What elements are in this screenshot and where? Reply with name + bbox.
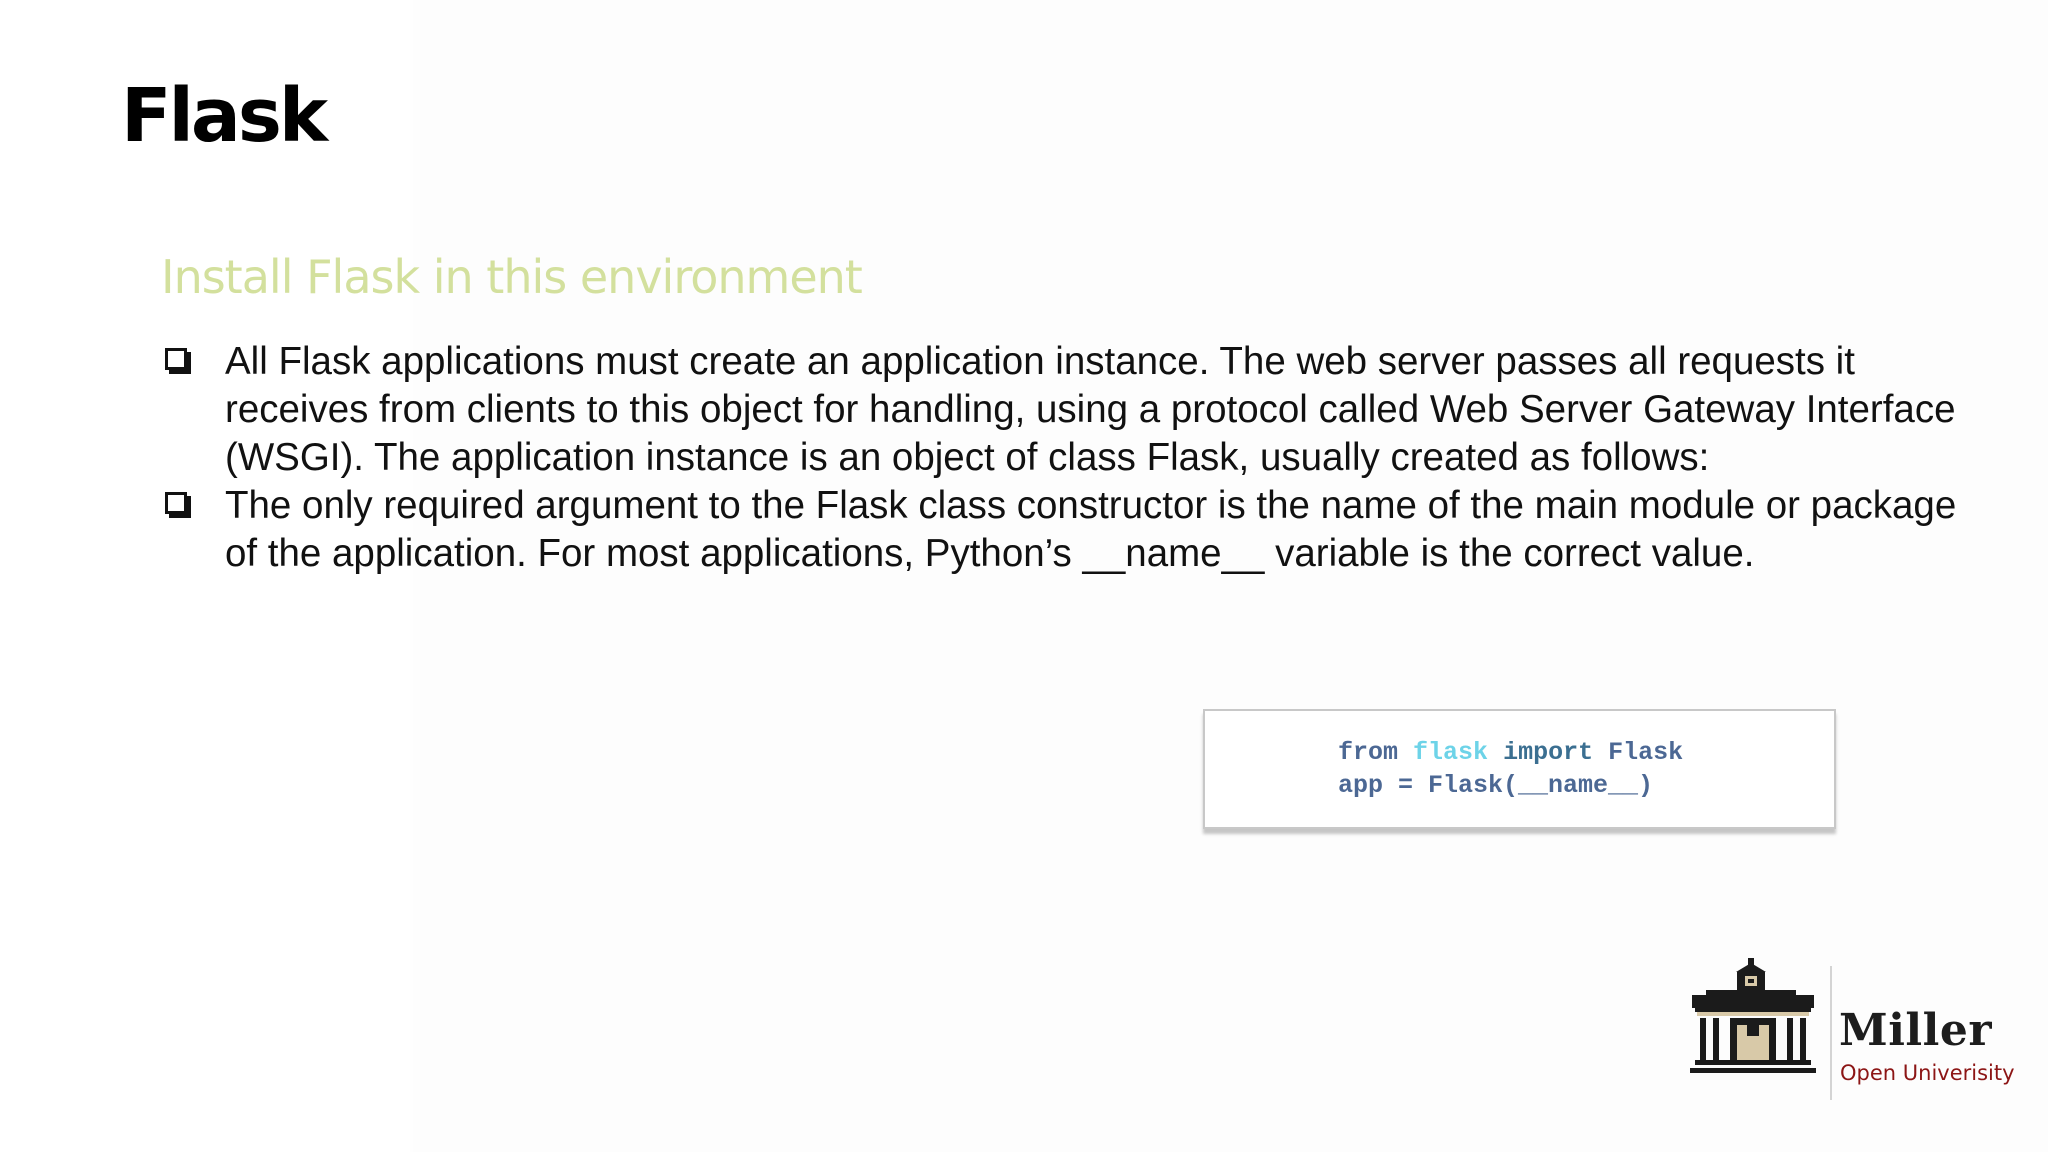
university-logo: Miller Open Univerisity bbox=[1687, 958, 2015, 1100]
bullet-item: The only required argument to the Flask … bbox=[161, 482, 1961, 578]
code-class-name: Flask bbox=[1608, 738, 1684, 767]
slide-title: Flask bbox=[121, 73, 328, 159]
checkbox-bullet-icon bbox=[165, 492, 187, 514]
brand-tagline: Open Univerisity bbox=[1840, 1061, 2015, 1085]
slide-subtitle: Install Flask in this environment bbox=[161, 250, 863, 304]
code-keyword-import: import bbox=[1503, 738, 1594, 767]
code-module-name: flask bbox=[1413, 738, 1489, 767]
bullet-item: All Flask applications must create an ap… bbox=[161, 338, 1961, 482]
bullet-list: All Flask applications must create an ap… bbox=[161, 338, 1961, 578]
bullet-text: The only required argument to the Flask … bbox=[225, 484, 1957, 575]
bullet-text: All Flask applications must create an ap… bbox=[225, 340, 1956, 479]
logo-divider bbox=[1830, 966, 1832, 1100]
checkbox-bullet-icon bbox=[165, 348, 187, 370]
code-keyword-from: from bbox=[1338, 738, 1399, 767]
code-snippet: from flask import Flask app = Flask(__na… bbox=[1203, 709, 1836, 829]
code-line-2: app = Flask(__name__) bbox=[1338, 771, 1654, 800]
brand-name: Miller bbox=[1839, 1005, 1993, 1056]
code-line-1: from flask import Flask bbox=[1338, 737, 1683, 769]
university-building-icon bbox=[1690, 958, 1816, 1073]
slide: Flask Install Flask in this environment … bbox=[0, 0, 2048, 1152]
